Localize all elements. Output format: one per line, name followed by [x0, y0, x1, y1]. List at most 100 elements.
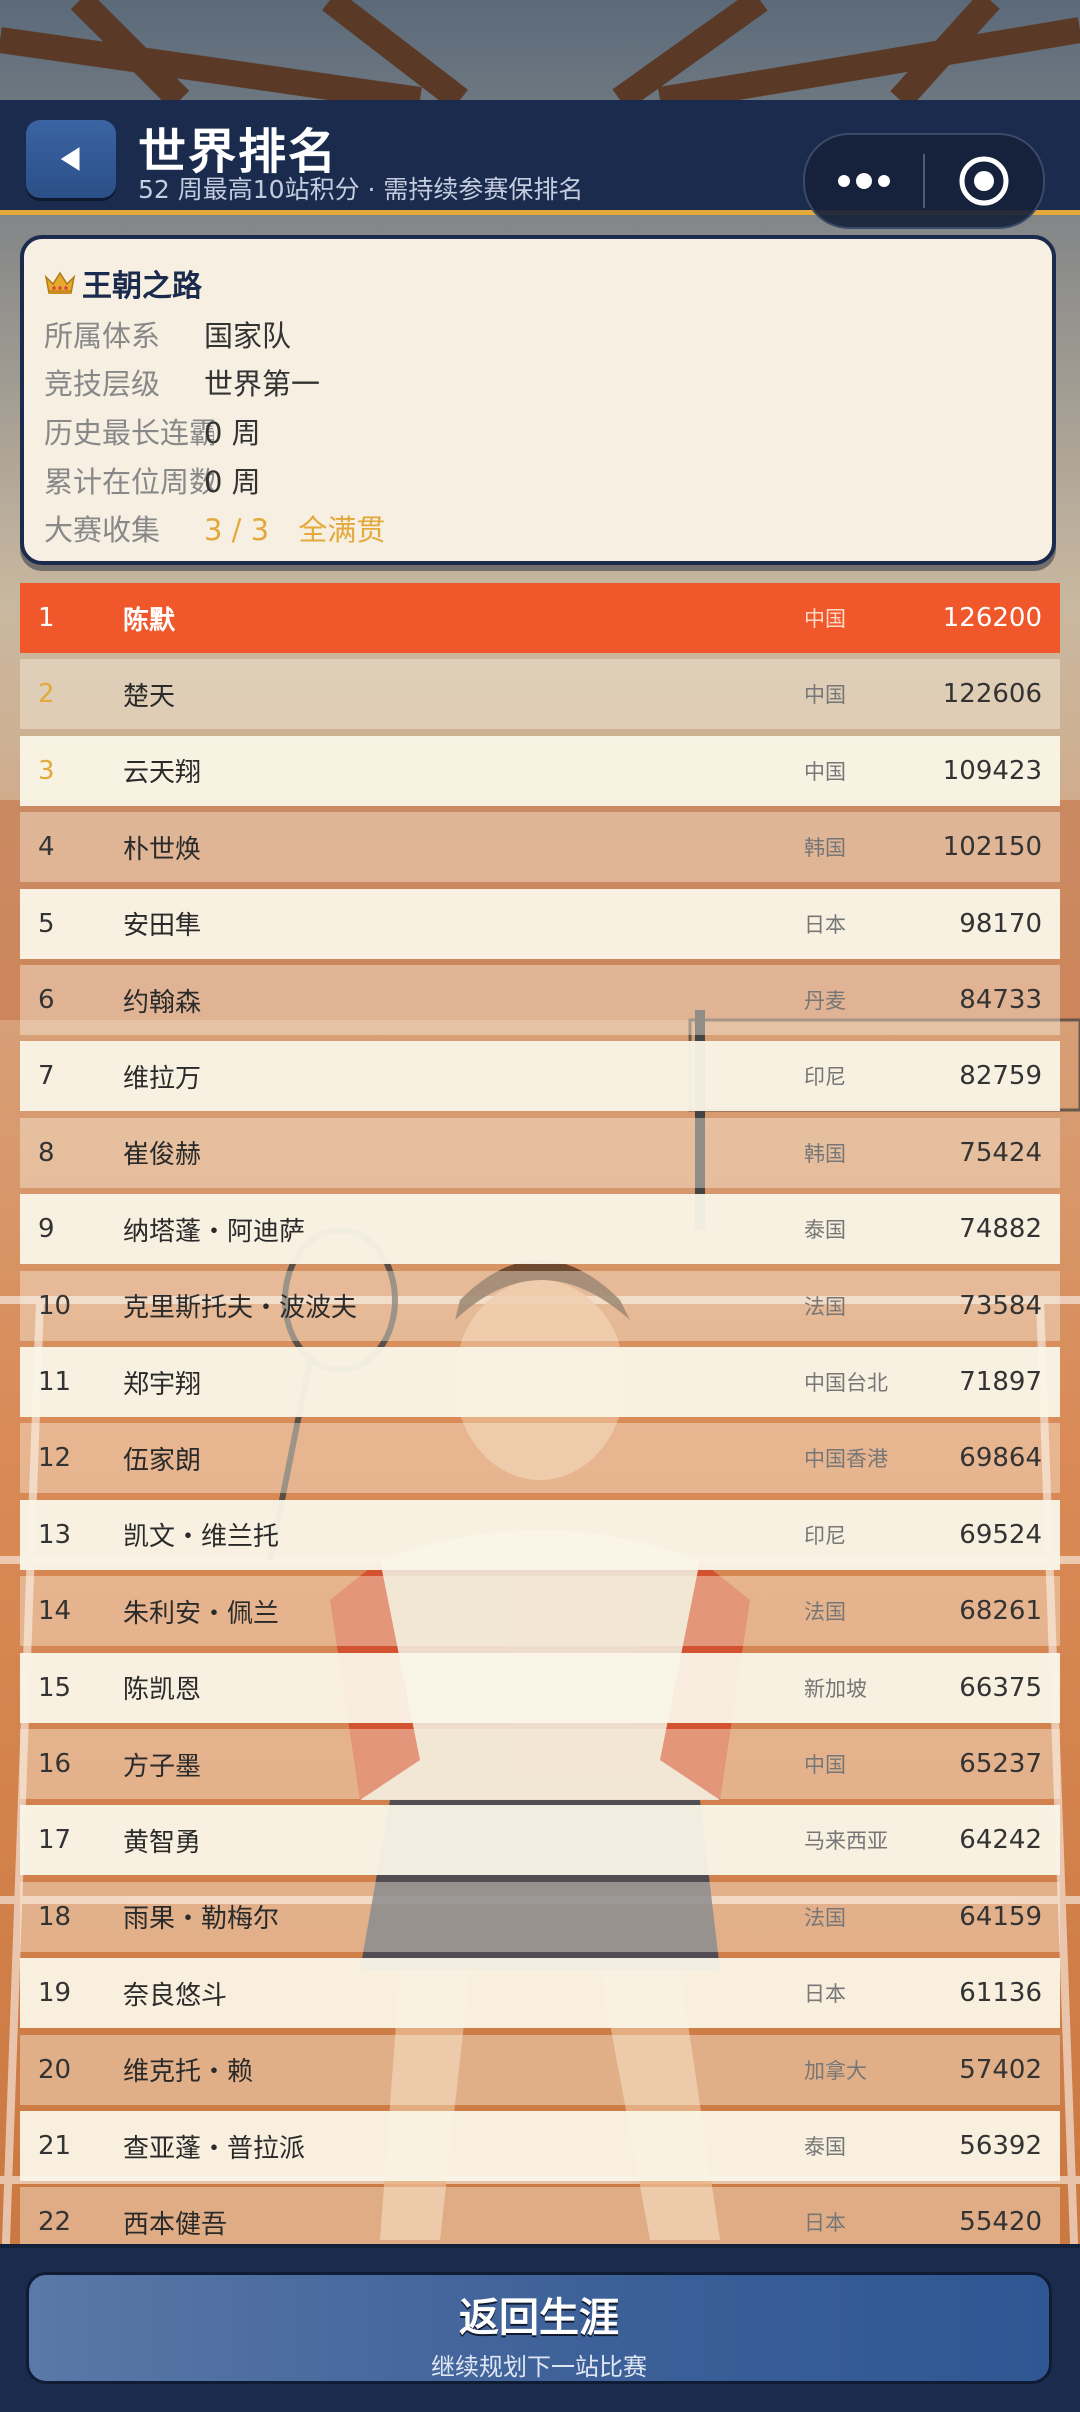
card-title-text: 王朝之路 [82, 269, 202, 304]
ranking-row[interactable]: 8 崔俊赫 韩国 75424 [20, 1117, 1060, 1188]
close-button[interactable] [925, 155, 1043, 207]
player-points: 74882 [959, 1214, 1042, 1245]
ranking-row[interactable]: 19 奈良悠斗 日本 61136 [20, 1958, 1060, 2029]
rank-number: 18 [38, 1901, 72, 1932]
player-country: 印尼 [804, 1523, 846, 1548]
rank-number: 6 [38, 985, 55, 1015]
ranking-row[interactable]: 21 查亚蓬・普拉派 泰国 56392 [20, 2111, 1060, 2181]
card-title: 王朝之路 [44, 261, 202, 305]
player-country: 中国 [804, 683, 846, 708]
rank-number: 13 [38, 1519, 72, 1550]
player-name: 西本健吾 [123, 2209, 228, 2240]
info-label: 竞技层级 [44, 367, 161, 401]
player-name: 陈凯恩 [123, 1675, 202, 1706]
rank-number: 22 [38, 2207, 72, 2238]
player-country: 日本 [804, 2211, 846, 2236]
player-name: 郑宇翔 [123, 1369, 202, 1400]
player-points: 82759 [959, 1061, 1042, 1092]
player-country: 新加坡 [804, 1676, 867, 1701]
player-name: 纳塔蓬・阿迪萨 [123, 1216, 306, 1247]
more-dots-icon [838, 173, 890, 189]
rank-number: 17 [38, 1825, 72, 1856]
rank-number: 4 [38, 832, 55, 863]
player-name: 陈默 [123, 605, 176, 636]
player-country: 泰国 [804, 1218, 846, 1243]
player-points: 75424 [959, 1137, 1042, 1168]
player-points: 122606 [942, 679, 1042, 710]
player-name: 安田隼 [123, 911, 202, 942]
player-country: 中国 [804, 607, 846, 631]
player-points: 109423 [942, 755, 1042, 786]
player-name: 约翰森 [123, 987, 202, 1018]
rank-number: 9 [38, 1214, 55, 1245]
info-value: 0 周 [204, 416, 261, 450]
mini-program-capsule [803, 133, 1045, 229]
rank-number: 5 [38, 908, 55, 939]
player-country: 日本 [804, 1982, 846, 2007]
rank-number: 12 [38, 1443, 72, 1474]
player-points: 56392 [959, 2131, 1042, 2161]
player-points: 57402 [959, 2054, 1042, 2085]
info-value: 0 周 [204, 465, 261, 499]
info-label: 大赛收集 [44, 513, 161, 547]
ranking-row[interactable]: 11 郑宇翔 中国台北 71897 [20, 1347, 1060, 1417]
ranking-row[interactable]: 20 维克托・赖 加拿大 57402 [20, 2034, 1060, 2105]
player-name: 黄智勇 [123, 1827, 202, 1858]
player-name: 雨果・勒梅尔 [123, 1904, 280, 1935]
player-points: 71897 [959, 1367, 1042, 1397]
ranking-row[interactable]: 14 朱利安・佩兰 法国 68261 [20, 1576, 1060, 1647]
info-label: 累计在位周数 [44, 465, 214, 499]
back-arrow-icon [60, 147, 80, 171]
ranking-row[interactable]: 18 雨果・勒梅尔 法国 64159 [20, 1881, 1060, 1952]
ranking-row[interactable]: 9 纳塔蓬・阿迪萨 泰国 74882 [20, 1194, 1060, 1265]
player-country: 中国香港 [804, 1447, 888, 1472]
rank-number: 11 [38, 1367, 72, 1397]
player-points: 73584 [959, 1290, 1042, 1321]
player-country: 马来西亚 [804, 1829, 888, 1854]
rank-number: 21 [38, 2131, 72, 2161]
player-country: 印尼 [804, 1065, 846, 1090]
player-country: 法国 [804, 1600, 846, 1625]
rank-number: 19 [38, 1978, 72, 2009]
player-country: 加拿大 [804, 2058, 867, 2083]
ranking-row[interactable]: 12 伍家朗 中国香港 69864 [20, 1423, 1060, 1494]
ranking-row[interactable]: 16 方子墨 中国 65237 [20, 1729, 1060, 1799]
ranking-row[interactable]: 10 克里斯托夫・波波夫 法国 73584 [20, 1270, 1060, 1341]
target-circle-icon [959, 156, 1009, 206]
player-points: 64242 [959, 1825, 1042, 1856]
back-button[interactable] [26, 120, 116, 198]
ranking-row[interactable]: 2 楚天 中国 122606 [20, 659, 1060, 730]
bottom-bar: 返回生涯 继续规划下一站比赛 [0, 2244, 1080, 2412]
rank-number: 20 [38, 2054, 72, 2085]
ranking-row[interactable]: 4 朴世焕 韩国 102150 [20, 812, 1060, 883]
more-button[interactable] [805, 171, 923, 191]
player-name: 楚天 [123, 681, 176, 712]
return-button-label: 返回生涯 [459, 2295, 619, 2341]
dynasty-card: 王朝之路 所属体系 国家队 竞技层级 世界第一 历史最长连霸 0 周 累计在位周… [20, 235, 1056, 565]
ranking-row[interactable]: 7 维拉万 印尼 82759 [20, 1041, 1060, 1112]
ranking-row[interactable]: 5 安田隼 日本 98170 [20, 888, 1060, 959]
crown-icon [44, 271, 76, 294]
info-value: 世界第一 [204, 367, 321, 401]
player-country: 丹麦 [804, 989, 846, 1013]
return-career-button[interactable]: 返回生涯 继续规划下一站比赛 [26, 2272, 1052, 2384]
ranking-row[interactable]: 13 凯文・维兰托 印尼 69524 [20, 1499, 1060, 1570]
player-points: 126200 [942, 603, 1042, 633]
page-subtitle: 52 周最高10站积分 · 需持续参赛保排名 [138, 175, 584, 204]
player-points: 61136 [959, 1978, 1042, 2009]
ranking-row[interactable]: 1 陈默 中国 126200 [20, 583, 1060, 653]
player-points: 64159 [959, 1901, 1042, 1932]
rank-number: 14 [38, 1596, 72, 1627]
ranking-row[interactable]: 15 陈凯恩 新加坡 66375 [20, 1652, 1060, 1723]
ranking-row[interactable]: 3 云天翔 中国 109423 [20, 735, 1060, 806]
ranking-row[interactable]: 6 约翰森 丹麦 84733 [20, 965, 1060, 1035]
player-name: 方子墨 [123, 1751, 202, 1782]
player-name: 克里斯托夫・波波夫 [123, 1293, 358, 1324]
player-country: 法国 [804, 1905, 846, 1930]
ranking-row[interactable]: 17 黄智勇 马来西亚 64242 [20, 1805, 1060, 1876]
player-name: 奈良悠斗 [123, 1980, 228, 2011]
player-points: 98170 [959, 908, 1042, 939]
player-name: 凯文・维兰托 [123, 1522, 280, 1553]
player-points: 69864 [959, 1443, 1042, 1474]
info-value: 国家队 [204, 319, 292, 353]
